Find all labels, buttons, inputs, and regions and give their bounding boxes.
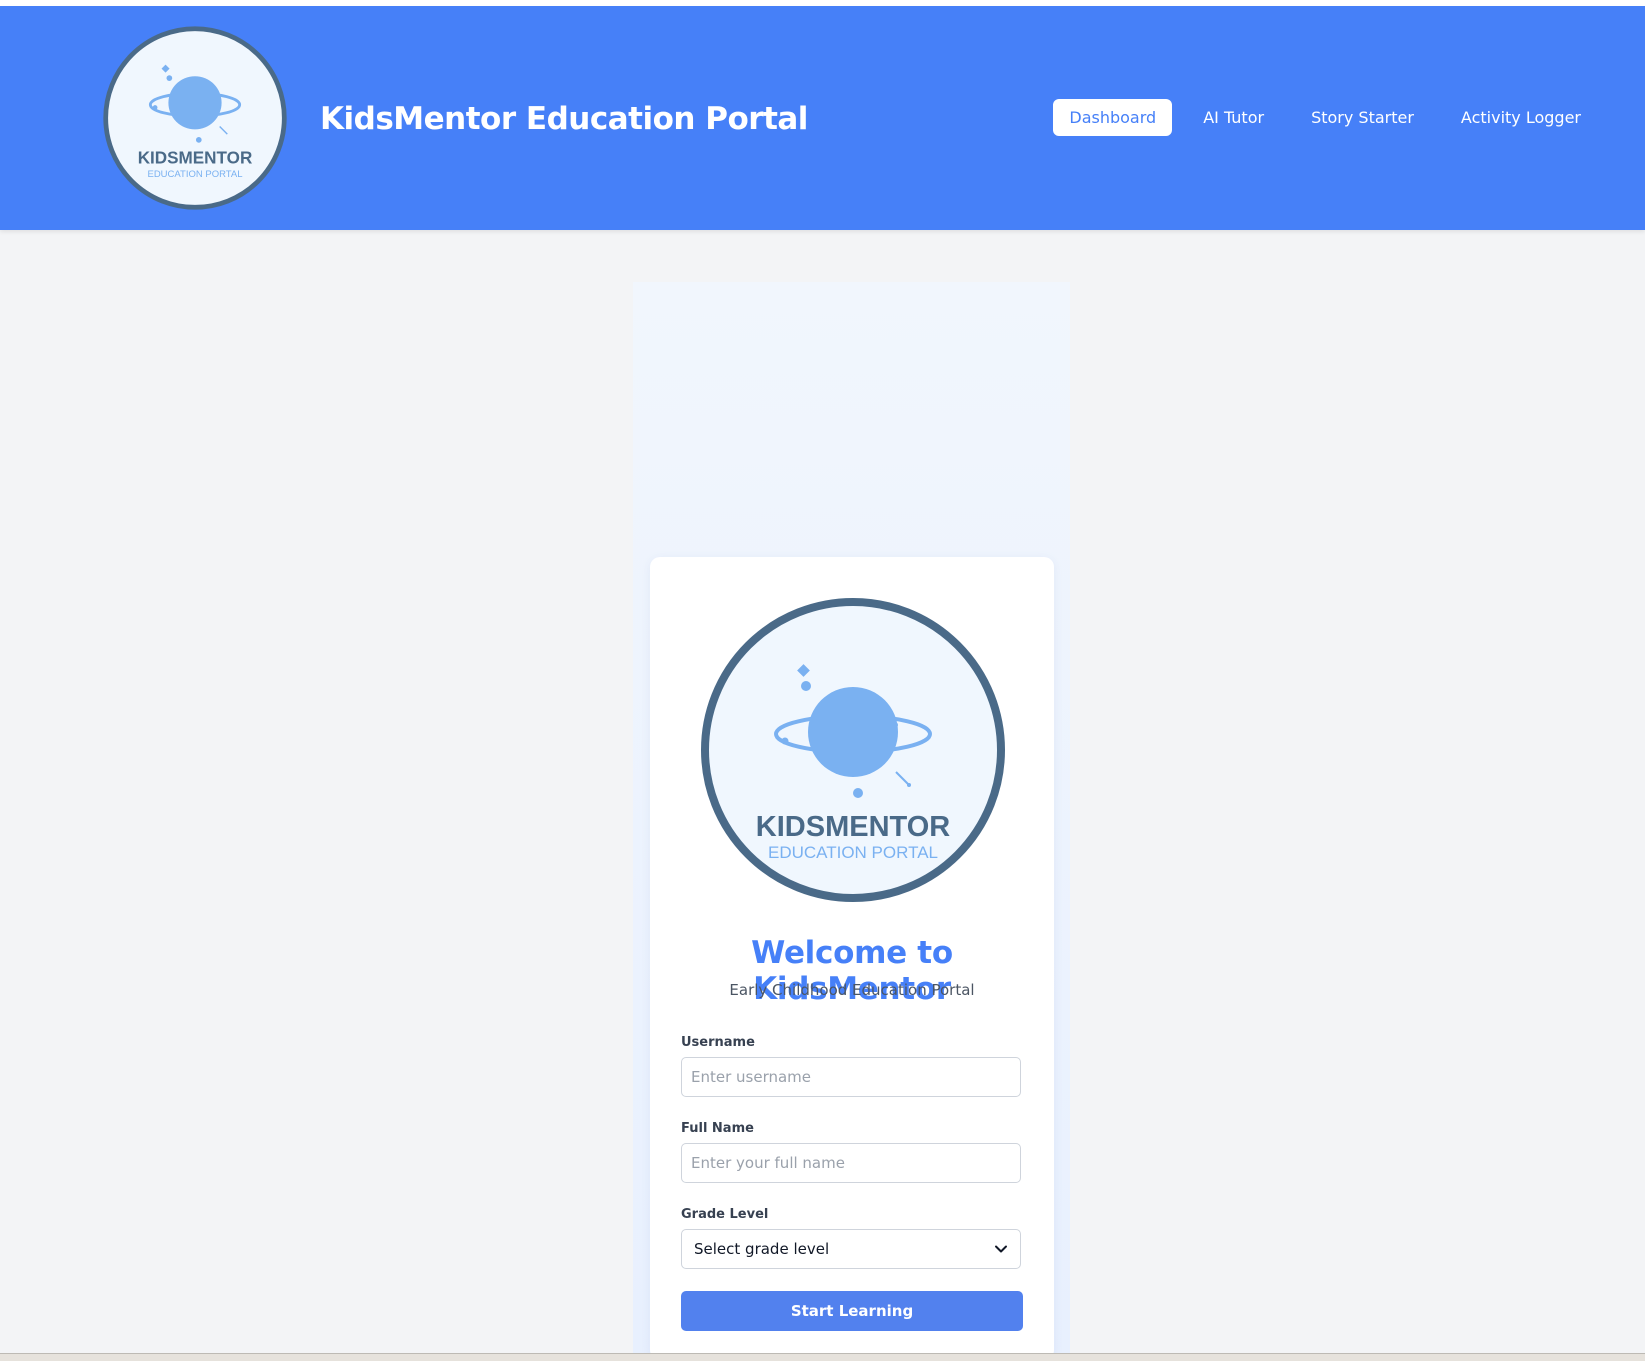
login-logo-tagline: EDUCATION PORTAL <box>768 843 938 862</box>
login-logo: KIDSMENTOR EDUCATION PORTAL <box>693 590 1013 910</box>
brand-title: KidsMentor Education Portal <box>320 101 808 137</box>
grade-level-label: Grade Level <box>681 1207 769 1222</box>
grade-level-select[interactable]: Select grade level <box>681 1229 1021 1269</box>
planet-logo-icon: KIDSMENTOR EDUCATION PORTAL <box>103 26 287 210</box>
nav-activity-logger[interactable]: Activity Logger <box>1445 99 1597 136</box>
app-header: KIDSMENTOR EDUCATION PORTAL KidsMentor E… <box>0 6 1645 230</box>
header-logo-tagline: EDUCATION PORTAL <box>147 169 242 180</box>
chevron-down-icon <box>995 1245 1007 1253</box>
fullname-label: Full Name <box>681 1121 754 1136</box>
grade-level-selected: Select grade level <box>694 1240 830 1258</box>
login-card: KIDSMENTOR EDUCATION PORTAL Welcome to K… <box>650 557 1054 1360</box>
username-input[interactable] <box>681 1057 1021 1097</box>
username-label: Username <box>681 1035 755 1050</box>
main-nav: Dashboard AI Tutor Story Starter Activit… <box>1038 99 1597 136</box>
welcome-subtitle: Early Childhood Education Portal <box>729 981 975 999</box>
fullname-input[interactable] <box>681 1143 1021 1183</box>
header-logo-name: KIDSMENTOR <box>138 149 253 168</box>
planet-logo-icon: KIDSMENTOR EDUCATION PORTAL <box>701 598 1005 902</box>
header-logo[interactable]: KIDSMENTOR EDUCATION PORTAL <box>100 23 290 213</box>
nav-dashboard[interactable]: Dashboard <box>1053 99 1173 136</box>
nav-story-starter[interactable]: Story Starter <box>1295 99 1430 136</box>
login-logo-name: KIDSMENTOR <box>756 811 950 843</box>
start-learning-button[interactable]: Start Learning <box>681 1291 1023 1331</box>
nav-ai-tutor[interactable]: AI Tutor <box>1187 99 1280 136</box>
